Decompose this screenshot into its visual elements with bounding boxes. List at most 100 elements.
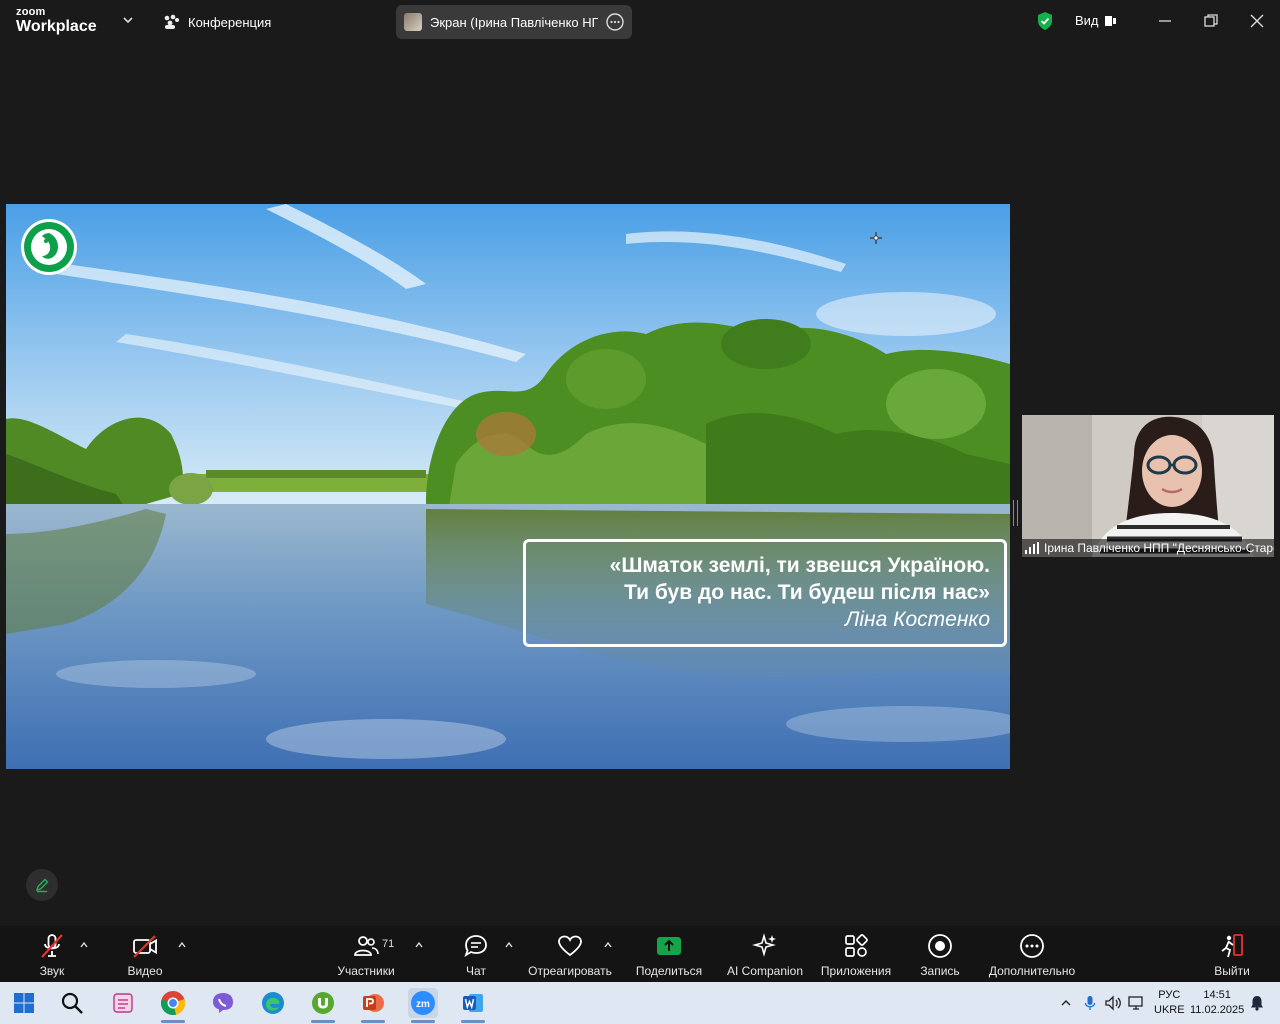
meeting-toolbar: Звук Видео Участники 71 Чат Отреагироват… — [0, 926, 1280, 982]
clock-time: 14:51 — [1203, 989, 1231, 1001]
taskbar-app-zoom[interactable]: zm — [408, 988, 438, 1023]
chrome-icon — [160, 991, 186, 1015]
utorrent-icon — [312, 992, 334, 1014]
participants-options-caret-icon[interactable] — [414, 940, 424, 950]
search-icon — [61, 992, 83, 1014]
network-icon[interactable] — [1128, 995, 1146, 1011]
system-clock[interactable]: 14:51 11.02.2025 — [1190, 988, 1244, 1018]
share-label: Поделиться — [635, 964, 703, 978]
more-icon — [1020, 934, 1044, 958]
running-indicator — [411, 1020, 435, 1023]
quote-line-1: «Шматок землі, ти звешся Україною. — [609, 554, 990, 577]
volume-icon[interactable] — [1104, 995, 1122, 1011]
encryption-shield-icon[interactable] — [1036, 11, 1054, 31]
tray-overflow-chevron-icon[interactable] — [1060, 998, 1072, 1008]
audio-options-caret-icon[interactable] — [79, 940, 89, 950]
quote-box: «Шматок землі, ти звешся Україною. Ти бу… — [523, 539, 1007, 647]
annotate-button[interactable] — [26, 869, 58, 901]
record-button[interactable]: Запись — [917, 932, 963, 978]
running-indicator — [161, 1020, 185, 1023]
taskbar-app-word[interactable] — [458, 988, 488, 1023]
taskbar-app-viber[interactable] — [208, 988, 238, 1018]
ai-companion-button[interactable]: AI Companion — [724, 932, 806, 978]
move-cursor-icon — [870, 232, 882, 244]
quote-author: Ліна Костенко — [844, 608, 990, 631]
react-button[interactable]: Отреагировать — [527, 932, 613, 978]
share-screen-icon — [657, 937, 681, 955]
chat-button[interactable]: Чат — [461, 932, 491, 978]
panel-resize-handle[interactable] — [1013, 500, 1018, 526]
close-icon[interactable] — [1248, 12, 1266, 30]
heart-icon — [558, 935, 582, 957]
taskbar-app-utorrent[interactable] — [308, 988, 338, 1023]
viber-icon — [213, 993, 233, 1013]
zoom-logo: zoom Workplace — [16, 7, 97, 35]
apps-icon — [845, 934, 868, 957]
apps-button[interactable]: Приложения — [818, 932, 894, 978]
video-button[interactable]: Видео — [124, 932, 166, 978]
participants-count: 71 — [382, 938, 395, 950]
quote-line-2: Ти був до нас. Ти будеш після нас» — [624, 581, 990, 604]
react-label: Отреагировать — [528, 964, 612, 978]
pencil-icon — [35, 878, 49, 893]
leave-button[interactable]: Выйти — [1211, 932, 1253, 978]
react-options-caret-icon[interactable] — [603, 940, 613, 950]
apps-label: Приложения — [820, 964, 892, 978]
record-label: Запись — [920, 964, 960, 978]
meeting-info-button[interactable]: Конференция — [162, 12, 271, 32]
clock-date: 11.02.2025 — [1190, 1004, 1245, 1016]
notes-app-icon — [113, 993, 133, 1013]
participant-name-bar: Ірина Павліченко НПП "Деснянсько-Старогу… — [1022, 539, 1274, 557]
leave-icon — [1221, 934, 1243, 958]
taskbar-app-chrome[interactable] — [158, 988, 188, 1023]
microphone-tray-icon[interactable] — [1084, 995, 1096, 1011]
windows-taskbar: zm РУС UKRE 14:51 11.02.2025 — [0, 982, 1280, 1024]
taskbar-app-powerpoint[interactable] — [358, 988, 388, 1023]
chat-options-caret-icon[interactable] — [504, 940, 514, 950]
share-button[interactable]: Поделиться — [634, 932, 704, 978]
video-off-icon — [133, 935, 157, 958]
lang-top: РУС — [1158, 989, 1181, 1001]
word-icon — [463, 994, 483, 1012]
chevron-down-icon[interactable] — [122, 14, 134, 26]
screen-tab-label: Экран (Ірина Павліченко НПП "Деснянсько-… — [430, 14, 598, 30]
participant-video-tile[interactable]: Ірина Павліченко НПП "Деснянсько-Старогу… — [1022, 415, 1274, 557]
participant-name: Ірина Павліченко НПП "Деснянсько-Старогу… — [1044, 541, 1274, 555]
sparkle-icon — [752, 933, 776, 957]
participants-label: Участники — [337, 964, 395, 978]
chat-label: Чат — [466, 964, 486, 978]
edge-icon — [262, 992, 284, 1014]
taskbar-app-edge[interactable] — [258, 988, 288, 1018]
audio-label: Звук — [39, 964, 65, 978]
video-options-caret-icon[interactable] — [177, 940, 187, 950]
running-indicator — [461, 1020, 485, 1023]
title-bar: zoom Workplace Конференция Экран (Ірина … — [0, 0, 1280, 44]
video-label: Видео — [127, 964, 163, 978]
restore-icon[interactable] — [1202, 12, 1220, 30]
screen-share-tab[interactable]: Экран (Ірина Павліченко НПП "Деснянсько-… — [396, 5, 632, 39]
zoom-app-icon: zm — [411, 991, 435, 1015]
minimize-icon[interactable] — [1156, 12, 1174, 30]
audio-button[interactable]: Звук — [36, 932, 68, 978]
view-label: Вид — [1075, 13, 1099, 28]
shared-screen: «Шматок землі, ти звешся Україною. Ти бу… — [6, 204, 1010, 769]
more-button[interactable]: Дополнительно — [986, 932, 1078, 978]
search-taskbar-button[interactable] — [57, 988, 87, 1018]
mic-muted-icon — [41, 934, 63, 958]
brand-big: Workplace — [16, 18, 97, 35]
signal-strength-icon — [1025, 542, 1039, 554]
language-indicator[interactable]: РУС UKRE — [1154, 988, 1185, 1018]
participant-video — [1022, 415, 1274, 557]
chat-icon — [464, 935, 487, 958]
windows-icon — [14, 993, 34, 1013]
brand-small: zoom — [16, 6, 46, 18]
more-options-icon[interactable] — [606, 13, 624, 31]
powerpoint-icon — [363, 994, 384, 1012]
ai-label: AI Companion — [726, 964, 804, 978]
river-landscape-image — [6, 204, 1010, 769]
view-button[interactable]: Вид — [1075, 13, 1117, 28]
notification-bell-icon[interactable] — [1250, 995, 1264, 1011]
presenter-avatar — [404, 13, 422, 31]
taskbar-app-notes[interactable] — [108, 988, 138, 1018]
start-button[interactable] — [9, 988, 39, 1018]
